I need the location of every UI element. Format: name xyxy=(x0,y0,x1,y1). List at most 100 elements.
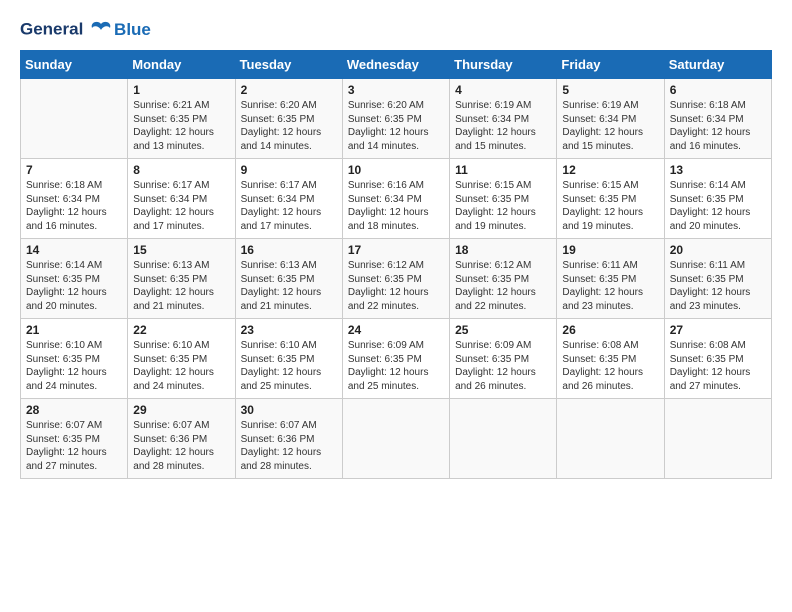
cell-info: Sunrise: 6:12 AMSunset: 6:35 PMDaylight:… xyxy=(348,259,444,313)
day-number: 28 xyxy=(26,403,122,417)
cell-info: Sunrise: 6:14 AMSunset: 6:35 PMDaylight:… xyxy=(670,179,766,233)
day-number: 10 xyxy=(348,163,444,177)
cell-info: Sunrise: 6:11 AMSunset: 6:35 PMDaylight:… xyxy=(670,259,766,313)
calendar-cell xyxy=(21,79,128,159)
day-number: 5 xyxy=(562,83,658,97)
calendar-cell: 5 Sunrise: 6:19 AMSunset: 6:34 PMDaylight… xyxy=(557,79,664,159)
day-number: 3 xyxy=(348,83,444,97)
week-row-4: 21Sunrise: 6:10 AMSunset: 6:35 PMDayligh… xyxy=(21,319,772,399)
cell-info: Sunrise: 6:13 AMSunset: 6:35 PMDaylight:… xyxy=(241,259,337,313)
calendar-cell: 7 Sunrise: 6:18 AMSunset: 6:34 PMDaylight… xyxy=(21,159,128,239)
calendar-cell: 13 Sunrise: 6:14 AMSunset: 6:35 PMDayligh… xyxy=(664,159,771,239)
week-row-2: 7 Sunrise: 6:18 AMSunset: 6:34 PMDaylight… xyxy=(21,159,772,239)
day-number: 27 xyxy=(670,323,766,337)
cell-info: Sunrise: 6:18 AMSunset: 6:34 PMDaylight:… xyxy=(26,179,122,233)
cell-info: Sunrise: 6:15 AMSunset: 6:35 PMDaylight:… xyxy=(562,179,658,233)
calendar-cell: 23 Sunrise: 6:10 AMSunset: 6:35 PMDayligh… xyxy=(235,319,342,399)
cell-info: Sunrise: 6:11 AMSunset: 6:35 PMDaylight:… xyxy=(562,259,658,313)
cell-info: Sunrise: 6:08 AMSunset: 6:35 PMDaylight:… xyxy=(670,339,766,393)
cell-info: Sunrise: 6:09 AMSunset: 6:35 PMDaylight:… xyxy=(348,339,444,393)
cell-info: Sunrise: 6:17 AMSunset: 6:34 PMDaylight:… xyxy=(241,179,337,233)
logo: General Blue xyxy=(20,20,151,40)
cell-info: Sunrise: 6:13 AMSunset: 6:35 PMDaylight:… xyxy=(133,259,229,313)
calendar-cell: 29Sunrise: 6:07 AMSunset: 6:36 PMDayligh… xyxy=(128,399,235,479)
calendar-cell: 17 Sunrise: 6:12 AMSunset: 6:35 PMDayligh… xyxy=(342,239,449,319)
day-number: 2 xyxy=(241,83,337,97)
day-number: 12 xyxy=(562,163,658,177)
calendar-cell: 26 Sunrise: 6:08 AMSunset: 6:35 PMDayligh… xyxy=(557,319,664,399)
calendar-cell: 25Sunrise: 6:09 AMSunset: 6:35 PMDayligh… xyxy=(450,319,557,399)
day-number: 26 xyxy=(562,323,658,337)
cell-info: Sunrise: 6:12 AMSunset: 6:35 PMDaylight:… xyxy=(455,259,551,313)
day-number: 30 xyxy=(241,403,337,417)
day-number: 15 xyxy=(133,243,229,257)
header-monday: Monday xyxy=(128,51,235,79)
calendar-cell xyxy=(664,399,771,479)
calendar-cell: 18 Sunrise: 6:12 AMSunset: 6:35 PMDayligh… xyxy=(450,239,557,319)
calendar-cell xyxy=(557,399,664,479)
day-number: 17 xyxy=(348,243,444,257)
calendar-cell: 28 Sunrise: 6:07 AMSunset: 6:35 PMDayligh… xyxy=(21,399,128,479)
day-number: 29 xyxy=(133,403,229,417)
cell-info: Sunrise: 6:10 AMSunset: 6:35 PMDaylight:… xyxy=(241,339,337,393)
cell-info: Sunrise: 6:19 AMSunset: 6:34 PMDaylight:… xyxy=(455,99,551,153)
day-number: 16 xyxy=(241,243,337,257)
cell-info: Sunrise: 6:20 AMSunset: 6:35 PMDaylight:… xyxy=(241,99,337,153)
day-number: 23 xyxy=(241,323,337,337)
cell-info: Sunrise: 6:20 AMSunset: 6:35 PMDaylight:… xyxy=(348,99,444,153)
calendar-cell: 11 Sunrise: 6:15 AMSunset: 6:35 PMDayligh… xyxy=(450,159,557,239)
calendar-cell: 30 Sunrise: 6:07 AMSunset: 6:36 PMDayligh… xyxy=(235,399,342,479)
logo-bird-icon xyxy=(90,20,112,40)
cell-info: Sunrise: 6:19 AMSunset: 6:34 PMDaylight:… xyxy=(562,99,658,153)
calendar-cell: 21Sunrise: 6:10 AMSunset: 6:35 PMDayligh… xyxy=(21,319,128,399)
calendar-cell: 22Sunrise: 6:10 AMSunset: 6:35 PMDayligh… xyxy=(128,319,235,399)
cell-info: Sunrise: 6:17 AMSunset: 6:34 PMDaylight:… xyxy=(133,179,229,233)
calendar-cell: 15 Sunrise: 6:13 AMSunset: 6:35 PMDayligh… xyxy=(128,239,235,319)
header-thursday: Thursday xyxy=(450,51,557,79)
cell-info: Sunrise: 6:07 AMSunset: 6:35 PMDaylight:… xyxy=(26,419,122,473)
calendar-table: SundayMondayTuesdayWednesdayThursdayFrid… xyxy=(20,50,772,479)
calendar-cell xyxy=(450,399,557,479)
week-row-5: 28 Sunrise: 6:07 AMSunset: 6:35 PMDayligh… xyxy=(21,399,772,479)
cell-info: Sunrise: 6:08 AMSunset: 6:35 PMDaylight:… xyxy=(562,339,658,393)
logo-general: General xyxy=(20,19,83,38)
day-number: 13 xyxy=(670,163,766,177)
header-saturday: Saturday xyxy=(664,51,771,79)
day-number: 9 xyxy=(241,163,337,177)
calendar-header-row: SundayMondayTuesdayWednesdayThursdayFrid… xyxy=(21,51,772,79)
day-number: 18 xyxy=(455,243,551,257)
week-row-3: 14Sunrise: 6:14 AMSunset: 6:35 PMDayligh… xyxy=(21,239,772,319)
cell-info: Sunrise: 6:21 AMSunset: 6:35 PMDaylight:… xyxy=(133,99,229,153)
day-number: 7 xyxy=(26,163,122,177)
calendar-cell: 14Sunrise: 6:14 AMSunset: 6:35 PMDayligh… xyxy=(21,239,128,319)
header-wednesday: Wednesday xyxy=(342,51,449,79)
day-number: 11 xyxy=(455,163,551,177)
calendar-cell: 2 Sunrise: 6:20 AMSunset: 6:35 PMDaylight… xyxy=(235,79,342,159)
day-number: 19 xyxy=(562,243,658,257)
calendar-cell: 8 Sunrise: 6:17 AMSunset: 6:34 PMDaylight… xyxy=(128,159,235,239)
header-tuesday: Tuesday xyxy=(235,51,342,79)
cell-info: Sunrise: 6:16 AMSunset: 6:34 PMDaylight:… xyxy=(348,179,444,233)
cell-info: Sunrise: 6:10 AMSunset: 6:35 PMDaylight:… xyxy=(26,339,122,393)
day-number: 1 xyxy=(133,83,229,97)
calendar-cell: 4 Sunrise: 6:19 AMSunset: 6:34 PMDaylight… xyxy=(450,79,557,159)
header-sunday: Sunday xyxy=(21,51,128,79)
calendar-cell: 16 Sunrise: 6:13 AMSunset: 6:35 PMDayligh… xyxy=(235,239,342,319)
day-number: 25 xyxy=(455,323,551,337)
day-number: 4 xyxy=(455,83,551,97)
calendar-cell xyxy=(342,399,449,479)
cell-info: Sunrise: 6:07 AMSunset: 6:36 PMDaylight:… xyxy=(241,419,337,473)
calendar-cell: 10 Sunrise: 6:16 AMSunset: 6:34 PMDayligh… xyxy=(342,159,449,239)
day-number: 8 xyxy=(133,163,229,177)
calendar-cell: 24 Sunrise: 6:09 AMSunset: 6:35 PMDayligh… xyxy=(342,319,449,399)
day-number: 24 xyxy=(348,323,444,337)
calendar-cell: 27 Sunrise: 6:08 AMSunset: 6:35 PMDayligh… xyxy=(664,319,771,399)
calendar-cell: 3 Sunrise: 6:20 AMSunset: 6:35 PMDaylight… xyxy=(342,79,449,159)
page-header: General Blue xyxy=(20,20,772,40)
calendar-cell: 20Sunrise: 6:11 AMSunset: 6:35 PMDayligh… xyxy=(664,239,771,319)
cell-info: Sunrise: 6:15 AMSunset: 6:35 PMDaylight:… xyxy=(455,179,551,233)
header-friday: Friday xyxy=(557,51,664,79)
logo-blue: Blue xyxy=(114,20,151,40)
day-number: 22 xyxy=(133,323,229,337)
day-number: 14 xyxy=(26,243,122,257)
